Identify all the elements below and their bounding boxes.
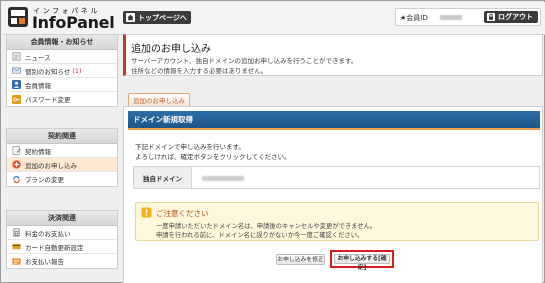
sidebar-item-pay-fees[interactable]: 料金のお支払い [7, 226, 117, 240]
notice-line: 申請を行われる前に、ドメイン名に誤りがないか今一度ご確認ください。 [156, 232, 364, 239]
sidebar-item-plan-change[interactable]: プランの変更 [7, 172, 117, 186]
application-panel: ドメイン新規取得 下記ドメインで申し込みを行います。 よろしければ、確定ボタンを… [123, 106, 543, 283]
intro-text: 下記ドメインで申し込みを行います。 よろしければ、確定ボタンをクリックしてくださ… [135, 142, 291, 162]
sidebar-item-label: パスワード変更 [25, 96, 71, 104]
sidebar-item-member-info[interactable]: 会員情報 [7, 78, 117, 92]
logout-button[interactable]: ログアウト [484, 11, 538, 23]
home-icon [126, 13, 135, 22]
sidebar-item-label: ニュース [25, 53, 51, 62]
intro-line: 下記ドメインで申し込みを行います。 [135, 143, 245, 151]
sidebar-item-news[interactable]: ニュース [7, 50, 117, 64]
confirm-button-highlight: お申し込みする[確定] [330, 250, 394, 271]
sidebar-item-label: 料金のお支払い [25, 229, 71, 238]
page-title: 追加のお申し込み [131, 44, 211, 55]
calculator-icon [13, 228, 20, 237]
refresh-icon [13, 175, 20, 183]
sidebar-item-card-auto-renew[interactable]: カード自動更新設定 [7, 240, 117, 254]
sidebar-block-payment: 決済関連 料金のお支払い カード自動更新設定 お支払い報告 [6, 210, 118, 269]
report-icon [12, 257, 21, 265]
sidebar-item-additional-application[interactable]: 追加のお申し込み [7, 158, 117, 172]
sidebar-item-label: カード自動更新設定 [25, 243, 84, 252]
notice-body: 一度申請いただいたドメイン名は、申請後のキャンセルや変更ができません。 申請を行… [156, 222, 376, 240]
card-icon [12, 243, 21, 250]
page-description-line: 住所などの情報を入力する必要はありません。 [131, 67, 268, 75]
sidebar: 会員情報・お知らせ ニュース 個別のお知らせ (1) 会員情報 パスワード変更 … [6, 34, 118, 283]
sidebar-item-payment-report[interactable]: お支払い報告 [7, 254, 117, 268]
page-header: 追加のお申し込み サーバーアカウント、独自ドメインの追加お申し込みを行うことがで… [123, 34, 543, 76]
sidebar-title-member: 会員情報・お知らせ [7, 35, 117, 50]
sidebar-block-member: 会員情報・お知らせ ニュース 個別のお知らせ (1) 会員情報 パスワード変更 [6, 34, 118, 107]
caution-notice: ご注意ください 一度申請いただいたドメイン名は、申請後のキャンセルや変更ができま… [135, 202, 539, 241]
logo-mark-icon [8, 7, 28, 27]
main-content: 追加のお申し込み サーバーアカウント、独自ドメインの追加お申し込みを行うことがで… [123, 34, 543, 283]
domain-label: 独自ドメイン [134, 167, 192, 188]
mail-icon [12, 67, 21, 74]
contract-icon [12, 146, 21, 155]
intro-line: よろしければ、確定ボタンをクリックしてください。 [135, 153, 291, 161]
member-id-box: ★会員ID ログアウト [395, 8, 541, 26]
sidebar-item-label: 会員情報 [25, 81, 51, 90]
lock-icon [487, 13, 495, 21]
sidebar-item-label: 追加のお申し込み [25, 161, 77, 170]
tab-additional-application[interactable]: 追加のお申し込み [128, 93, 190, 107]
sidebar-item-notices[interactable]: 個別のお知らせ (1) [7, 64, 117, 78]
logout-label: ログアウト [498, 13, 533, 21]
notice-line: 一度申請いただいたドメイン名は、申請後のキャンセルや変更ができません。 [156, 223, 377, 230]
notice-title: ご注意ください [156, 209, 209, 218]
confirm-application-button[interactable]: お申し込みする[確定] [334, 254, 390, 271]
news-icon [12, 52, 21, 61]
page-description-line: サーバーアカウント、独自ドメインの追加お申し込みを行うことができます。 [131, 57, 358, 65]
sidebar-title-contract: 契約関連 [7, 129, 117, 144]
member-id-label: ★会員ID [400, 14, 428, 22]
logo-text: InfoPanel [32, 13, 115, 32]
page-description: サーバーアカウント、独自ドメインの追加お申し込みを行うことができます。 住所など… [131, 56, 357, 76]
domain-value-cell [192, 167, 539, 188]
sidebar-block-contract: 契約関連 契約情報 追加のお申し込み プランの変更 [6, 128, 118, 187]
domain-value-redacted [202, 176, 244, 181]
top-page-button[interactable]: トップページへ [123, 11, 191, 24]
sidebar-title-payment: 決済関連 [7, 211, 117, 226]
section-title: ドメイン新規取得 [128, 111, 540, 130]
sidebar-item-label: お支払い報告 [25, 258, 64, 266]
header: インフォパネル InfoPanel トップページへ ★会員ID ログアウト [2, 2, 545, 35]
person-icon [12, 80, 21, 89]
sidebar-item-label: 個別のお知らせ [25, 67, 71, 76]
key-icon [12, 94, 21, 104]
notice-count-badge: (1) [72, 66, 82, 75]
warning-icon [141, 207, 152, 218]
action-buttons: お申し込みを修正 お申し込みする[確定] [124, 249, 544, 271]
modify-application-button[interactable]: お申し込みを修正 [276, 254, 325, 265]
member-id-value-redacted [440, 15, 462, 20]
infopanel-logo[interactable]: インフォパネル InfoPanel [7, 5, 119, 33]
page-frame: インフォパネル InfoPanel トップページへ ★会員ID ログアウト 会員… [0, 0, 545, 283]
sidebar-item-label: 契約情報 [25, 147, 51, 156]
sidebar-item-contract-info[interactable]: 契約情報 [7, 144, 117, 158]
top-page-label: トップページへ [138, 13, 187, 22]
sidebar-item-password[interactable]: パスワード変更 [7, 92, 117, 106]
plus-circle-icon [12, 160, 21, 169]
sidebar-item-label: プランの変更 [25, 176, 64, 184]
domain-table: 独自ドメイン [133, 166, 540, 189]
